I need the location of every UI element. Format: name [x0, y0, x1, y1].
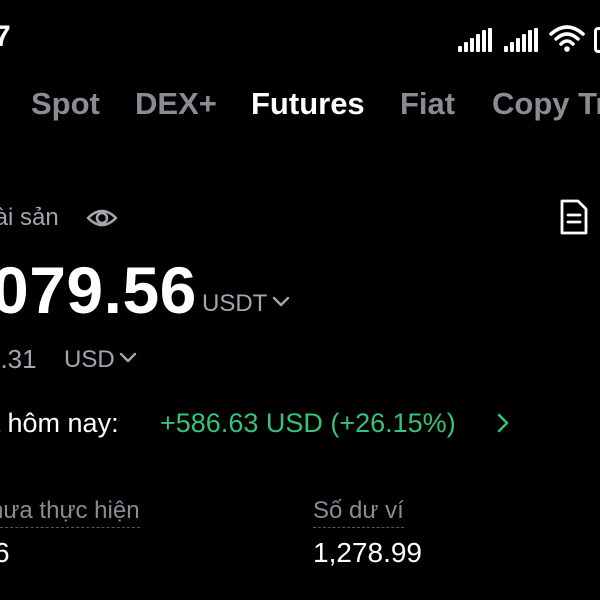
today-pnl-label: L hôm nay:	[0, 408, 119, 438]
tab-copy-trading[interactable]: Copy Tr	[492, 84, 600, 124]
total-balance: 079.56	[0, 253, 197, 327]
document-icon[interactable]	[558, 198, 590, 236]
tab-dex-plus[interactable]: DEX+	[135, 84, 217, 124]
wallet-balance-label: Số dư ví	[313, 496, 404, 528]
usd-unit-selector[interactable]: USD	[64, 346, 115, 374]
chevron-right-icon[interactable]	[492, 411, 514, 435]
eye-icon[interactable]	[86, 202, 118, 234]
total-assets-label: tài sản	[0, 204, 59, 231]
balance-unit-selector[interactable]: USDT	[202, 290, 267, 318]
tab-futures[interactable]: Futures	[251, 84, 365, 124]
cellular-signal-icon	[458, 28, 494, 52]
wallet-balance-value: 1,278.99	[313, 537, 422, 568]
chevron-down-icon[interactable]	[118, 348, 138, 368]
chevron-down-icon[interactable]	[271, 292, 291, 312]
usd-equivalent-value: 8.31	[0, 344, 37, 374]
status-time: 7	[0, 20, 11, 53]
tab-fiat[interactable]: Fiat	[400, 84, 455, 124]
battery-icon	[594, 27, 600, 53]
wifi-icon	[549, 25, 585, 52]
cellular-signal-icon	[504, 28, 540, 52]
unrealized-pnl-label: hưa thực hiện	[0, 496, 140, 528]
unrealized-pnl-value: 6	[0, 537, 10, 568]
today-pnl-value[interactable]: +586.63 USD (+26.15%)	[160, 406, 456, 440]
tab-spot[interactable]: Spot	[31, 84, 100, 124]
